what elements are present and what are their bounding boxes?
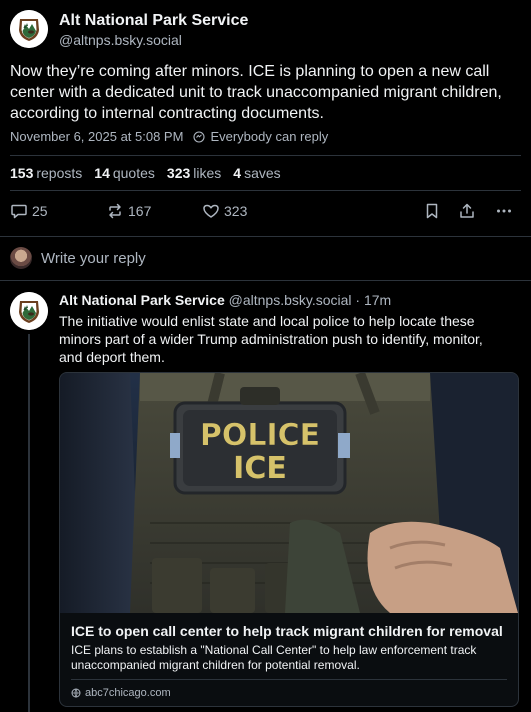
post-meta: November 6, 2025 at 5:08 PM Everybody ca… xyxy=(10,129,328,144)
like-button[interactable]: 323 xyxy=(202,202,247,220)
repost-arrows-icon xyxy=(109,203,121,219)
reply-author-avatar[interactable] xyxy=(10,292,48,330)
reply-author-handle[interactable]: @altnps.bsky.social xyxy=(229,292,352,308)
bookmark-icon xyxy=(426,203,438,219)
separator-dot: · xyxy=(355,292,361,308)
post-timestamp[interactable]: November 6, 2025 at 5:08 PM xyxy=(10,129,183,144)
repost-button[interactable]: 167 xyxy=(106,202,151,220)
bookmark-button[interactable] xyxy=(423,202,441,220)
nps-logo-icon xyxy=(10,10,48,48)
share-button[interactable] xyxy=(458,202,476,220)
reply-setting[interactable]: Everybody can reply xyxy=(210,129,328,144)
vest-patch-text: POLICE xyxy=(200,418,320,453)
more-options-button[interactable] xyxy=(495,202,513,220)
police-ice-vest-photo: POLICE ICE xyxy=(60,373,518,613)
reply-button[interactable]: 25 xyxy=(10,202,48,220)
card-domain-text: abc7chicago.com xyxy=(85,687,171,699)
more-dots-icon xyxy=(497,209,511,213)
vest-patch-text: ICE xyxy=(233,451,287,486)
thread-line xyxy=(28,334,30,712)
like-count: 323 xyxy=(224,203,248,219)
speech-bubble-icon xyxy=(11,204,27,219)
repost-count: 167 xyxy=(128,203,152,219)
post-text: Now they’re coming after minors. ICE is … xyxy=(10,63,502,122)
divider xyxy=(0,236,531,237)
author-handle[interactable]: @altnps.bsky.social xyxy=(59,32,182,48)
reply-time[interactable]: 17m xyxy=(364,292,391,308)
reposts-stat[interactable]: 153 reposts xyxy=(10,165,82,181)
share-icon xyxy=(460,203,474,218)
engagement-stats: 153 reposts 14 quotes 323 likes 4 saves xyxy=(10,165,281,181)
divider xyxy=(71,679,507,680)
nps-logo-icon xyxy=(10,292,48,330)
divider xyxy=(0,280,531,281)
quotes-stat[interactable]: 14 quotes xyxy=(94,165,155,181)
post-actions: 25 167 323 xyxy=(10,202,521,224)
reply-text: The initiative would enlist state and lo… xyxy=(59,313,483,365)
reply-author-name[interactable]: Alt National Park Service xyxy=(59,292,225,308)
divider xyxy=(10,190,521,191)
current-user-avatar xyxy=(10,247,32,269)
author-name[interactable]: Alt National Park Service xyxy=(59,12,248,30)
author-avatar[interactable] xyxy=(10,10,48,48)
globe-icon xyxy=(193,130,205,143)
reply-count: 25 xyxy=(32,203,48,219)
globe-icon xyxy=(71,688,81,698)
card-description: ICE plans to establish a "National Call … xyxy=(71,643,477,672)
card-title[interactable]: ICE to open call center to help track mi… xyxy=(71,623,503,639)
reply-composer[interactable]: Write your reply xyxy=(10,247,146,269)
card-domain: abc7chicago.com xyxy=(71,687,171,699)
link-preview-card[interactable]: POLICE ICE ICE to open call center to he… xyxy=(59,372,519,707)
reply-placeholder[interactable]: Write your reply xyxy=(41,250,146,267)
reply-header: Alt National Park Service @altnps.bsky.s… xyxy=(59,292,391,308)
likes-stat[interactable]: 323 likes xyxy=(167,165,221,181)
saves-stat[interactable]: 4 saves xyxy=(233,165,280,181)
heart-icon xyxy=(203,204,219,218)
divider xyxy=(10,155,521,156)
card-image: POLICE ICE xyxy=(60,373,518,613)
